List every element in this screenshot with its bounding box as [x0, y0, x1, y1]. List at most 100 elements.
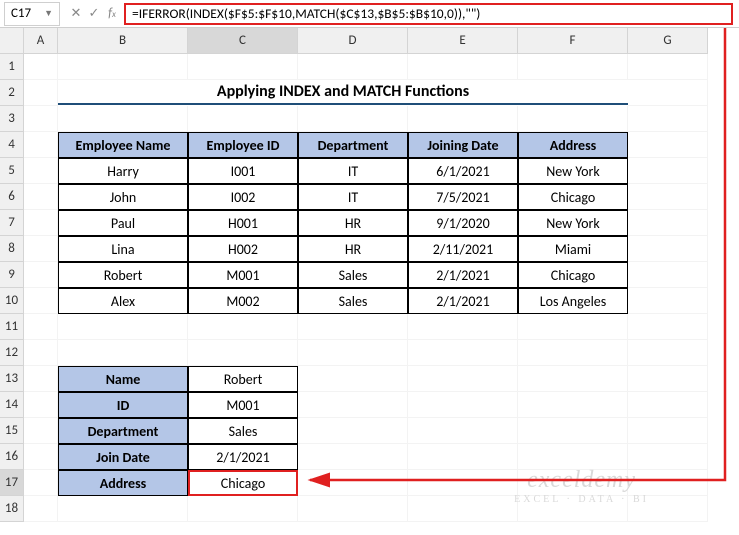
- cell[interactable]: [188, 496, 298, 522]
- cell[interactable]: [24, 184, 58, 210]
- table-cell[interactable]: 7/5/2021: [408, 184, 518, 210]
- cell[interactable]: [188, 314, 298, 340]
- row-head[interactable]: 12: [0, 340, 24, 366]
- cell[interactable]: [24, 418, 58, 444]
- cell[interactable]: [58, 106, 188, 132]
- cell[interactable]: [408, 314, 518, 340]
- table-cell[interactable]: 2/11/2021: [408, 236, 518, 262]
- lookup-value[interactable]: 2/1/2021: [188, 444, 298, 470]
- col-head-b[interactable]: B: [58, 28, 188, 54]
- col-head-e[interactable]: E: [408, 28, 518, 54]
- table-header[interactable]: Address: [518, 132, 628, 158]
- cell[interactable]: [628, 158, 708, 184]
- cell[interactable]: [298, 470, 408, 496]
- row-head[interactable]: 8: [0, 236, 24, 262]
- table-header[interactable]: Joining Date: [408, 132, 518, 158]
- table-cell[interactable]: New York: [518, 158, 628, 184]
- row-head[interactable]: 2: [0, 80, 24, 106]
- name-box[interactable]: C17 ▼: [4, 2, 60, 26]
- row-head[interactable]: 7: [0, 210, 24, 236]
- table-header[interactable]: Employee ID: [188, 132, 298, 158]
- table-cell[interactable]: 2/1/2021: [408, 262, 518, 288]
- table-header[interactable]: Department: [298, 132, 408, 158]
- cell[interactable]: [24, 366, 58, 392]
- cell[interactable]: [298, 392, 408, 418]
- table-cell[interactable]: HR: [298, 236, 408, 262]
- cell[interactable]: [24, 158, 58, 184]
- lookup-label[interactable]: Name: [58, 366, 188, 392]
- cell[interactable]: [24, 210, 58, 236]
- cell[interactable]: [408, 470, 518, 496]
- cell[interactable]: [24, 340, 58, 366]
- active-cell-c17[interactable]: Chicago: [188, 470, 298, 496]
- chevron-down-icon[interactable]: ▼: [44, 8, 53, 19]
- row-head[interactable]: 5: [0, 158, 24, 184]
- lookup-label[interactable]: Department: [58, 418, 188, 444]
- cell[interactable]: [408, 366, 518, 392]
- cell[interactable]: [628, 366, 708, 392]
- table-cell[interactable]: 2/1/2021: [408, 288, 518, 314]
- table-cell[interactable]: H002: [188, 236, 298, 262]
- cell[interactable]: [628, 262, 708, 288]
- title-cell[interactable]: Applying INDEX and MATCH Functions: [58, 80, 628, 106]
- row-head[interactable]: 10: [0, 288, 24, 314]
- cell[interactable]: [518, 366, 628, 392]
- cell[interactable]: [298, 418, 408, 444]
- cell[interactable]: [408, 106, 518, 132]
- cell[interactable]: [188, 340, 298, 366]
- lookup-label[interactable]: Join Date: [58, 444, 188, 470]
- lookup-value[interactable]: M001: [188, 392, 298, 418]
- table-cell[interactable]: 9/1/2020: [408, 210, 518, 236]
- cell[interactable]: [24, 470, 58, 496]
- fx-icon[interactable]: fx: [104, 6, 120, 21]
- cell[interactable]: [24, 314, 58, 340]
- table-cell[interactable]: HR: [298, 210, 408, 236]
- table-cell[interactable]: Sales: [298, 288, 408, 314]
- cell[interactable]: [408, 444, 518, 470]
- row-head[interactable]: 1: [0, 54, 24, 80]
- table-cell[interactable]: Sales: [298, 262, 408, 288]
- spreadsheet-grid[interactable]: A B C D E F G 1 2 Applying INDEX and MAT…: [0, 28, 739, 522]
- table-cell[interactable]: Chicago: [518, 184, 628, 210]
- cell[interactable]: [518, 106, 628, 132]
- lookup-value[interactable]: Robert: [188, 366, 298, 392]
- table-cell[interactable]: John: [58, 184, 188, 210]
- cell[interactable]: [628, 392, 708, 418]
- row-head[interactable]: 11: [0, 314, 24, 340]
- cell[interactable]: [24, 288, 58, 314]
- col-head-f[interactable]: F: [518, 28, 628, 54]
- cell[interactable]: [24, 132, 58, 158]
- row-head[interactable]: 15: [0, 418, 24, 444]
- cell[interactable]: [518, 418, 628, 444]
- row-head[interactable]: 14: [0, 392, 24, 418]
- cell[interactable]: [58, 340, 188, 366]
- cell[interactable]: [518, 314, 628, 340]
- formula-input[interactable]: =IFERROR(INDEX($F$5:$F$10,MATCH($C$13,$B…: [124, 3, 733, 25]
- col-head-g[interactable]: G: [628, 28, 708, 54]
- cell[interactable]: [298, 314, 408, 340]
- cell[interactable]: [24, 106, 58, 132]
- table-cell[interactable]: IT: [298, 158, 408, 184]
- table-cell[interactable]: IT: [298, 184, 408, 210]
- lookup-value[interactable]: Sales: [188, 418, 298, 444]
- cell[interactable]: [628, 54, 708, 80]
- cell[interactable]: [628, 340, 708, 366]
- cell[interactable]: [24, 444, 58, 470]
- row-head[interactable]: 17: [0, 470, 24, 496]
- cell[interactable]: [188, 106, 298, 132]
- cell[interactable]: [628, 314, 708, 340]
- cell[interactable]: [58, 314, 188, 340]
- cell[interactable]: [628, 418, 708, 444]
- cell[interactable]: [24, 54, 58, 80]
- table-cell[interactable]: Alex: [58, 288, 188, 314]
- table-cell[interactable]: New York: [518, 210, 628, 236]
- col-head-a[interactable]: A: [24, 28, 58, 54]
- table-header[interactable]: Employee Name: [58, 132, 188, 158]
- cell[interactable]: [24, 496, 58, 522]
- table-cell[interactable]: Lina: [58, 236, 188, 262]
- table-cell[interactable]: 6/1/2021: [408, 158, 518, 184]
- col-head-d[interactable]: D: [298, 28, 408, 54]
- cell[interactable]: [298, 444, 408, 470]
- lookup-label[interactable]: Address: [58, 470, 188, 496]
- table-cell[interactable]: I002: [188, 184, 298, 210]
